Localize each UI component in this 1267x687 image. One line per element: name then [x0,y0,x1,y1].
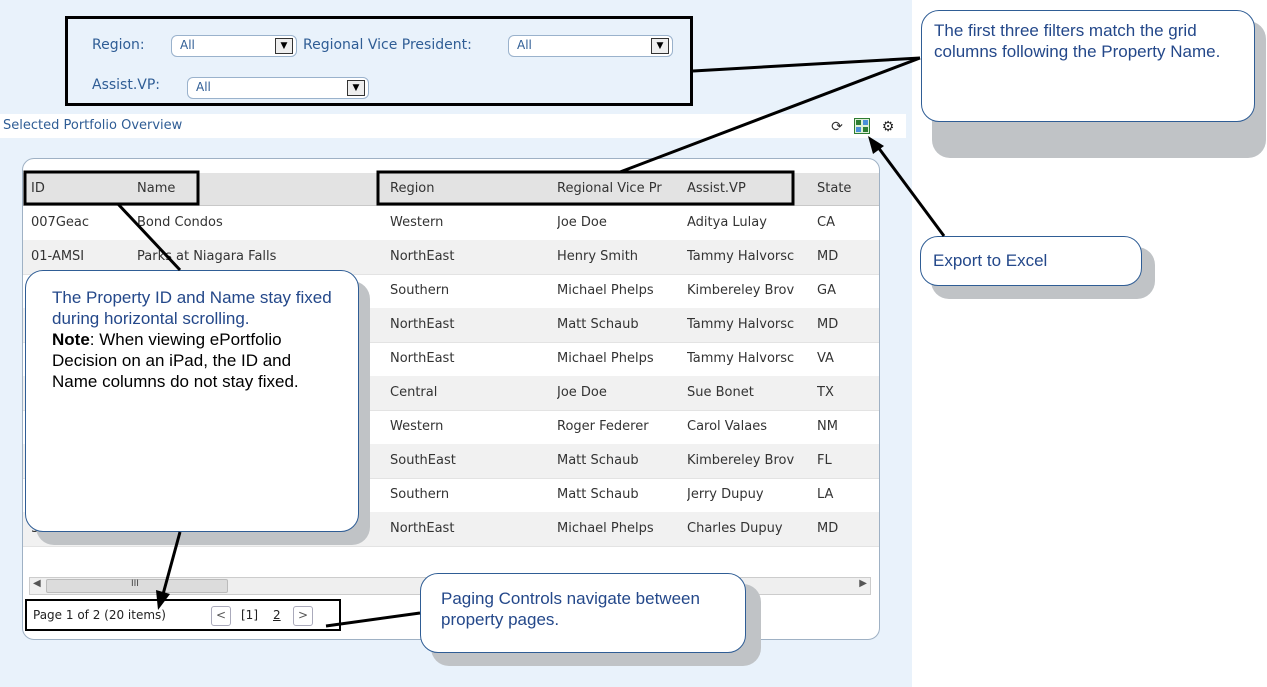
annotation-overlay [23,56,946,628]
